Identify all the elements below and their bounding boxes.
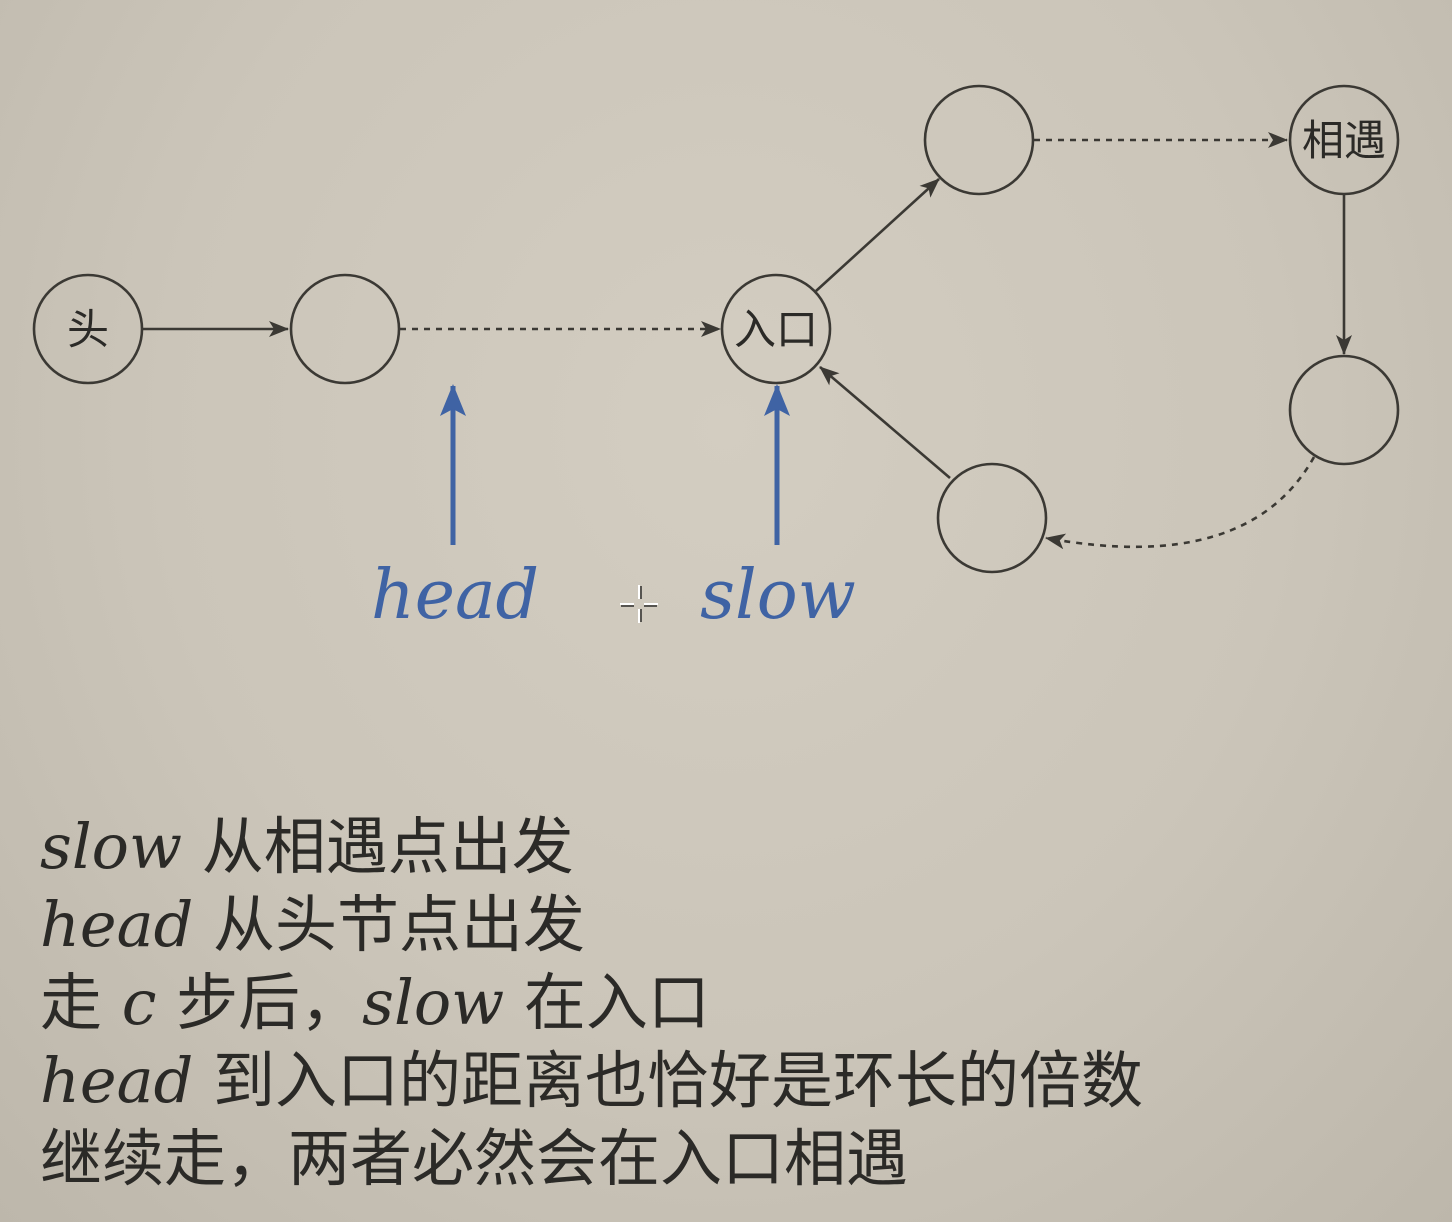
caption-text: 从头节点出发 [193, 888, 585, 961]
caption-text: 继续走，两者必然会在入口相遇 [40, 1122, 909, 1195]
caption-math-c: c [121, 966, 157, 1039]
caption-text: 从相遇点出发 [182, 810, 574, 883]
caption-line-2: head 从头节点出发 [40, 886, 1143, 964]
node-bottom [936, 462, 1048, 574]
caption-math-head: head [40, 1044, 194, 1117]
node-label-entry: 入口 [734, 305, 818, 354]
caption-text: 在入口 [504, 966, 710, 1039]
linked-list-cycle-diagram: 头 入口 相遇 head slow [32, 84, 1400, 635]
explanation-caption: slow 从相遇点出发 head 从头节点出发 走 c 步后，slow 在入口 … [40, 808, 1143, 1198]
edge-bottom-to-entry [819, 366, 951, 479]
caption-text: 步后， [156, 966, 363, 1039]
node-top [923, 84, 1035, 196]
edge-right-to-bottom [1045, 456, 1316, 550]
head-pointer-label: head [371, 556, 539, 635]
node-label-head: 头 [67, 305, 109, 354]
caption-math-slow: slow [362, 966, 505, 1039]
caption-line-4: head 到入口的距离也恰好是环长的倍数 [40, 1042, 1143, 1120]
edge-entry-to-top [815, 178, 940, 292]
caption-line-1: slow 从相遇点出发 [40, 808, 1143, 886]
node-right [1288, 354, 1400, 466]
pointers: head slow [371, 384, 856, 635]
caption-math-head: head [40, 888, 194, 961]
node-label-meet: 相遇 [1302, 116, 1386, 165]
caption-text: 到入口的距离也恰好是环长的倍数 [193, 1044, 1143, 1117]
node-1 [289, 273, 401, 385]
caption-line-3: 走 c 步后，slow 在入口 [40, 964, 1143, 1042]
slow-pointer-label: slow [700, 556, 856, 635]
crosshair-cursor-icon [620, 585, 658, 623]
caption-math-slow: slow [40, 810, 183, 883]
caption-line-5: 继续走，两者必然会在入口相遇 [40, 1120, 1143, 1198]
caption-text: 走 [40, 966, 122, 1039]
